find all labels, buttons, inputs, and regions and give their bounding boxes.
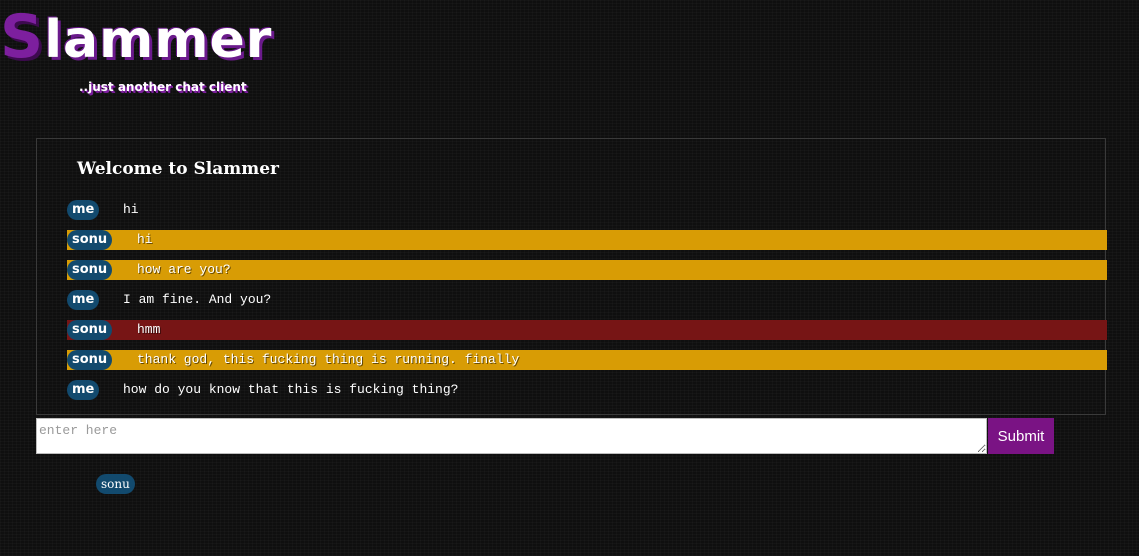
message-list: me hi sonu hi sonu how are you? me I am … xyxy=(67,199,1107,409)
message-row: sonu hi xyxy=(67,229,1107,259)
sender-badge: sonu xyxy=(67,320,113,340)
online-users: sonu xyxy=(96,473,135,494)
message-row: sonu thank god, this fucking thing is ru… xyxy=(67,349,1107,379)
message-text: how do you know that this is fucking thi… xyxy=(123,382,459,397)
chat-panel: Welcome to Slammer me hi sonu hi sonu ho… xyxy=(36,138,1107,415)
message-text: I am fine. And you? xyxy=(123,292,272,307)
message-row: me I am fine. And you? xyxy=(67,289,1107,319)
chat-title: Welcome to Slammer xyxy=(77,159,279,179)
logo-first-letter: S xyxy=(0,2,45,72)
online-user-badge[interactable]: sonu xyxy=(96,474,135,494)
message-row: me hi xyxy=(67,199,1107,229)
app-tagline: ..just another chat client xyxy=(79,80,247,94)
message-input[interactable] xyxy=(36,418,987,454)
message-text: thank god, this fucking thing is running… xyxy=(137,352,520,367)
message-row: sonu how are you? xyxy=(67,259,1107,289)
sender-badge: sonu xyxy=(67,350,113,370)
message-bubble xyxy=(67,320,1107,340)
logo-rest: lammer xyxy=(44,10,273,70)
sender-badge: me xyxy=(67,290,100,310)
sender-badge: sonu xyxy=(67,230,113,250)
app-logo: Slammer xyxy=(0,2,272,72)
sender-badge: me xyxy=(67,380,100,400)
message-row: me how do you know that this is fucking … xyxy=(67,379,1107,409)
sender-badge: sonu xyxy=(67,260,113,280)
message-text: how are you? xyxy=(137,262,231,277)
logo-text: Slammer xyxy=(0,2,273,72)
message-text: hi xyxy=(123,202,139,217)
message-bubble xyxy=(67,230,1107,250)
message-row: sonu hmm xyxy=(67,319,1107,349)
message-text: hi xyxy=(137,232,153,247)
message-text: hmm xyxy=(137,322,161,337)
submit-button[interactable]: Submit xyxy=(988,418,1054,454)
sender-badge: me xyxy=(67,200,100,220)
